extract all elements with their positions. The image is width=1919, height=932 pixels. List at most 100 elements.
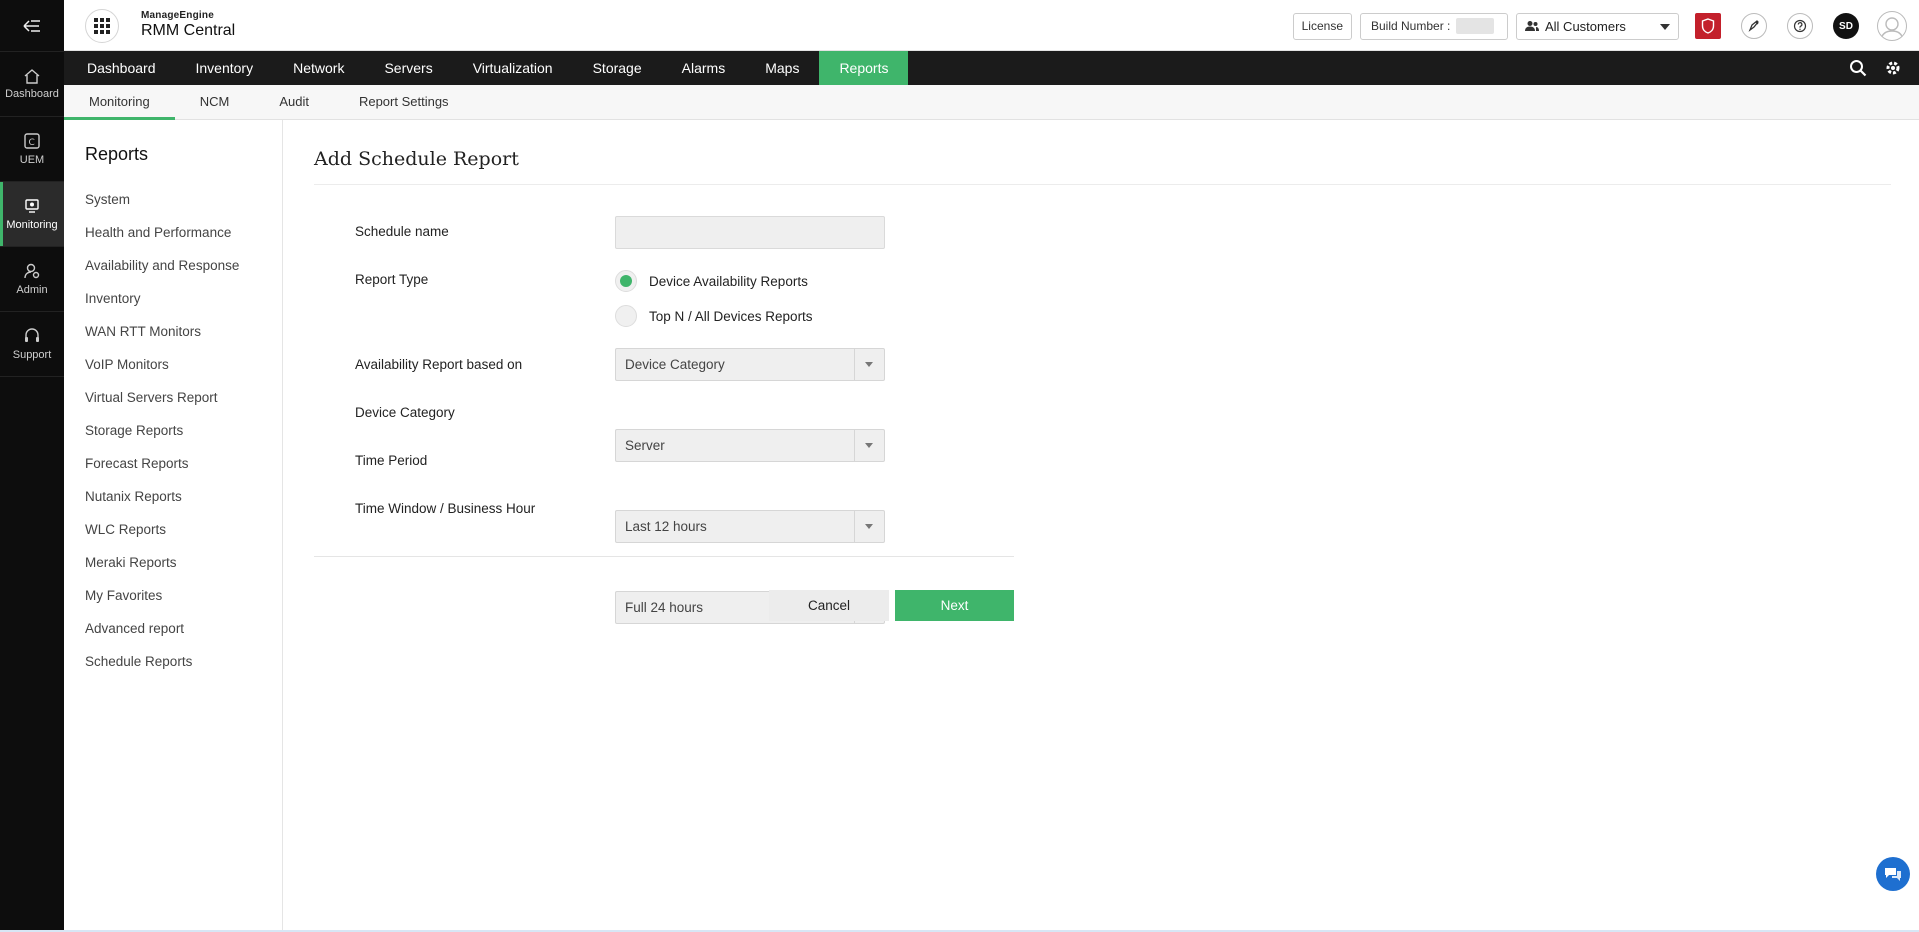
- sidebar-item-advanced-report[interactable]: Advanced report: [64, 612, 282, 645]
- device-category-label: Device Category: [355, 405, 455, 420]
- chevron-down-icon: [1660, 23, 1670, 30]
- cancel-button[interactable]: Cancel: [769, 590, 889, 621]
- sidebar-item-meraki[interactable]: Meraki Reports: [64, 546, 282, 579]
- tab-dashboard[interactable]: Dashboard: [64, 51, 176, 85]
- sidebar-item-wlc[interactable]: WLC Reports: [64, 513, 282, 546]
- user-initials-badge[interactable]: SD: [1833, 13, 1859, 39]
- subtab-ncm[interactable]: NCM: [175, 85, 255, 120]
- sidebar-item-my-favorites[interactable]: My Favorites: [64, 579, 282, 612]
- headset-icon: [25, 328, 39, 342]
- tab-network[interactable]: Network: [273, 51, 364, 85]
- sidebar-title: Reports: [85, 144, 149, 164]
- sidebar-item-nutanix[interactable]: Nutanix Reports: [64, 480, 282, 513]
- security-shield-icon[interactable]: [1695, 13, 1721, 39]
- sub-nav: Monitoring NCM Audit Report Settings: [64, 85, 1919, 120]
- page-title: Add Schedule Report: [314, 148, 1891, 185]
- rail-label: UEM: [19, 154, 45, 166]
- monitoring-icon: [25, 199, 39, 213]
- app-grid-icon[interactable]: [85, 9, 119, 43]
- select-value: Device Category: [625, 357, 725, 372]
- tab-storage[interactable]: Storage: [573, 51, 662, 85]
- radio-selected-icon[interactable]: [615, 270, 637, 292]
- tab-reports[interactable]: Reports: [819, 51, 909, 85]
- schedule-report-form: Schedule name Report Type Device Availab…: [314, 185, 1014, 624]
- radio-label: Top N / All Devices Reports: [649, 308, 813, 324]
- subtab-audit[interactable]: Audit: [254, 85, 334, 120]
- sidebar-item-system[interactable]: System: [64, 183, 282, 216]
- tab-maps[interactable]: Maps: [745, 51, 819, 85]
- chevron-down-icon[interactable]: [854, 349, 884, 380]
- help-icon[interactable]: [1787, 13, 1813, 39]
- build-number-label: Build Number :: [1371, 18, 1451, 33]
- select-value: Full 24 hours: [625, 600, 704, 615]
- tab-virtualization[interactable]: Virtualization: [453, 51, 573, 85]
- sidebar-item-health-performance[interactable]: Health and Performance: [64, 216, 282, 249]
- availability-based-select[interactable]: Device Category: [615, 348, 885, 381]
- sidebar-item-voip[interactable]: VoIP Monitors: [64, 348, 282, 381]
- radio-label: Device Availability Reports: [649, 273, 808, 289]
- main-content: Add Schedule Report Schedule name Report…: [314, 120, 1891, 624]
- radio-top-n-devices[interactable]: Top N / All Devices Reports: [615, 304, 813, 328]
- radio-device-availability[interactable]: Device Availability Reports: [615, 269, 808, 293]
- chat-icon[interactable]: [1876, 857, 1910, 891]
- build-number-value: [1456, 18, 1495, 34]
- subtab-monitoring[interactable]: Monitoring: [64, 85, 175, 120]
- rocket-icon[interactable]: [1741, 13, 1767, 39]
- rail-item-dashboard[interactable]: Dashboard: [0, 52, 64, 117]
- customer-select-value: All Customers: [1545, 18, 1626, 34]
- reports-sidebar: Reports System Health and Performance Av…: [64, 120, 283, 932]
- rail-item-uem[interactable]: C UEM: [0, 117, 64, 182]
- sidebar-item-inventory[interactable]: Inventory: [64, 282, 282, 315]
- schedule-name-input[interactable]: [615, 216, 885, 249]
- brand-company: ManageEngine: [141, 10, 214, 21]
- rail-label: Monitoring: [6, 219, 58, 231]
- subtab-report-settings[interactable]: Report Settings: [334, 85, 474, 120]
- customer-select[interactable]: All Customers: [1516, 12, 1679, 40]
- select-value: Server: [625, 438, 665, 453]
- availability-based-label: Availability Report based on: [355, 357, 523, 372]
- uem-icon: C: [24, 133, 40, 149]
- users-icon: [1525, 21, 1539, 31]
- svg-text:C: C: [29, 138, 35, 148]
- sidebar-item-availability-response[interactable]: Availability and Response: [64, 249, 282, 282]
- main-nav: Dashboard Inventory Network Servers Virt…: [64, 51, 1919, 85]
- admin-icon: [24, 263, 40, 279]
- report-type-label: Report Type: [355, 272, 429, 287]
- select-value: Last 12 hours: [625, 519, 707, 534]
- license-button[interactable]: License: [1292, 12, 1352, 40]
- time-period-select[interactable]: Last 12 hours: [615, 510, 885, 543]
- rail-label: Admin: [16, 284, 48, 296]
- sidebar-item-storage[interactable]: Storage Reports: [64, 414, 282, 447]
- rail-item-admin[interactable]: Admin: [0, 247, 64, 312]
- rail-item-monitoring[interactable]: Monitoring: [0, 182, 64, 247]
- time-window-label: Time Window / Business Hour: [355, 501, 536, 516]
- rail-item-support[interactable]: Support: [0, 312, 64, 377]
- search-icon[interactable]: [1849, 59, 1867, 77]
- build-number: Build Number :: [1360, 12, 1508, 40]
- rail-label: Dashboard: [5, 88, 59, 100]
- device-category-select[interactable]: Server: [615, 429, 885, 462]
- brand-product: RMM Central: [141, 22, 236, 39]
- left-rail: Dashboard C UEM Monitoring Admin Support: [0, 0, 64, 932]
- collapse-menu-icon[interactable]: [0, 0, 64, 52]
- radio-unselected-icon[interactable]: [615, 305, 637, 327]
- brand-logo[interactable]: ManageEngine RMM Central: [141, 10, 235, 40]
- sidebar-item-virtual-servers[interactable]: Virtual Servers Report: [64, 381, 282, 414]
- tab-alarms[interactable]: Alarms: [662, 51, 746, 85]
- sidebar-item-forecast[interactable]: Forecast Reports: [64, 447, 282, 480]
- next-button[interactable]: Next: [895, 590, 1014, 621]
- avatar[interactable]: [1877, 11, 1907, 41]
- chevron-down-icon[interactable]: [854, 511, 884, 542]
- sidebar-item-schedule-reports[interactable]: Schedule Reports: [64, 645, 282, 678]
- form-divider: [314, 556, 1014, 557]
- top-header: ManageEngine RMM Central License Build N…: [64, 0, 1919, 51]
- tab-servers[interactable]: Servers: [364, 51, 452, 85]
- home-icon: [24, 69, 40, 84]
- time-period-label: Time Period: [355, 453, 428, 468]
- rail-label: Support: [12, 349, 52, 361]
- gear-icon[interactable]: [1884, 59, 1902, 77]
- sidebar-item-wan-rtt[interactable]: WAN RTT Monitors: [64, 315, 282, 348]
- tab-inventory[interactable]: Inventory: [176, 51, 274, 85]
- chevron-down-icon[interactable]: [854, 430, 884, 461]
- schedule-name-label: Schedule name: [355, 224, 449, 239]
